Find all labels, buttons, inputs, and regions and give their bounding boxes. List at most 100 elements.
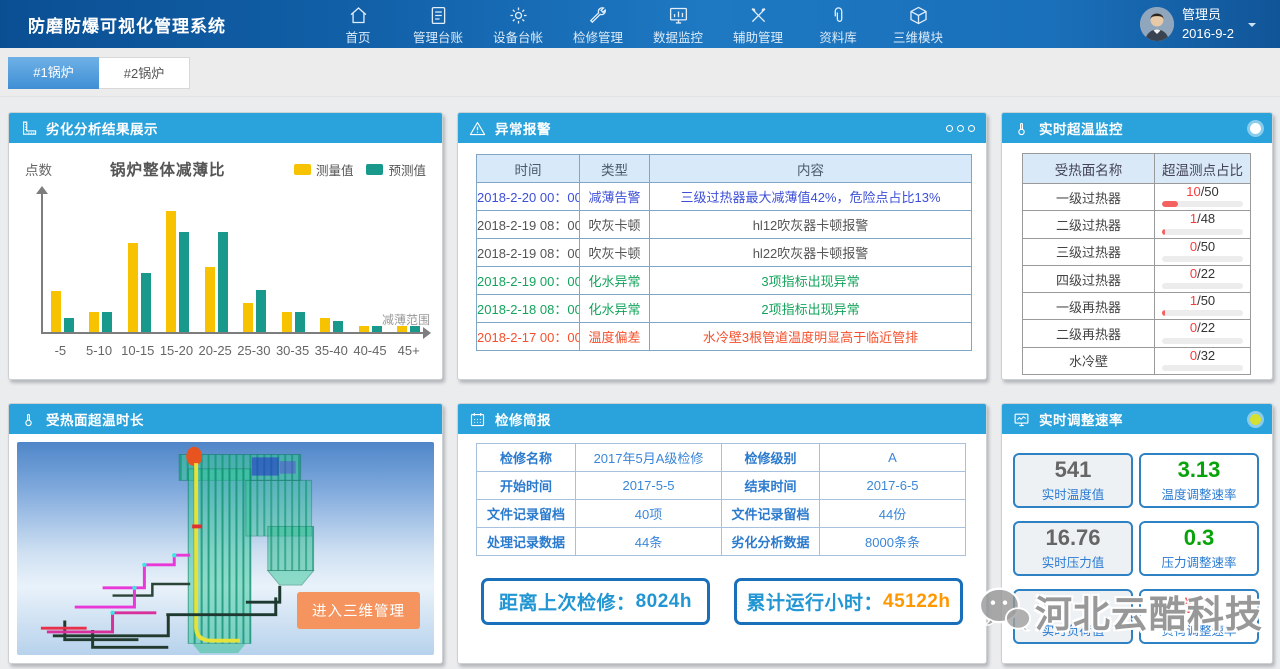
cube-icon	[908, 5, 929, 26]
chart-ylabel: 点数	[25, 159, 52, 179]
overtemp-bar-track	[1162, 256, 1243, 262]
repair-label: 检修名称	[477, 444, 576, 472]
bar-测量值	[51, 291, 61, 332]
calendar-icon	[469, 411, 486, 428]
bar-测量值	[320, 318, 330, 332]
panel-repair: 检修简报 检修名称2017年5月A级检修检修级别A开始时间2017-5-5结束时…	[457, 403, 987, 664]
repair-table: 检修名称2017年5月A级检修检修级别A开始时间2017-5-5结束时间2017…	[476, 443, 966, 556]
x-tick: -5	[41, 343, 80, 358]
overtemp-bar-track	[1162, 365, 1243, 371]
overtemp-table: 受热面名称超温测点占比 一级过热器10/50二级过热器1/48三级过热器0/50…	[1022, 153, 1251, 375]
overtemp-col-header: 受热面名称	[1023, 154, 1155, 184]
repair-table-body: 检修名称2017年5月A级检修检修级别A开始时间2017-5-5结束时间2017…	[477, 444, 966, 556]
panel-analysis-header: 劣化分析结果展示	[9, 113, 442, 143]
alarm-content: hl12吹灰器卡顿报警	[650, 211, 972, 239]
repair-label: 结束时间	[722, 472, 820, 500]
user-menu[interactable]: 管理员 2016-9-2	[1140, 5, 1280, 44]
overtemp-table-head: 受热面名称超温测点占比	[1023, 154, 1251, 184]
dashboard-grid: 劣化分析结果展示 点数 锅炉整体减薄比 测量值 预测值 -55-1010-151…	[8, 112, 1273, 664]
overtemp-fraction: 0/50	[1155, 239, 1250, 254]
stat-label: 负荷调整速率	[1161, 620, 1236, 639]
since-last-repair-button[interactable]: 距离上次检修：8024h	[481, 578, 710, 625]
panel-title: 异常报警	[495, 118, 551, 138]
bar-group--5	[43, 291, 82, 332]
nav-item-4[interactable]: 检修管理	[558, 2, 638, 46]
nav-item-7[interactable]: 资料库	[798, 2, 878, 46]
user-date: 2016-9-2	[1182, 24, 1234, 44]
stat-value: 16.76	[1045, 526, 1100, 549]
nav-item-3[interactable]: 设备台帐	[478, 2, 558, 46]
repair-label: 处理记录数据	[477, 528, 576, 556]
tab-boiler-2[interactable]: #2锅炉	[99, 57, 190, 89]
bar-测量值	[282, 312, 292, 332]
alarm-type: 温度偏差	[580, 323, 650, 351]
chart-xlabel: 减薄范围	[382, 311, 430, 328]
x-tick: 40-45	[351, 343, 390, 358]
nav-item-label: 三维模块	[893, 27, 943, 46]
overtemp-fraction: 0/22	[1155, 266, 1250, 281]
overtemp-ratio-cell: 0/22	[1155, 265, 1251, 292]
alarm-time: 2018-2-20 00：00	[477, 183, 580, 211]
x-tick: 30-35	[273, 343, 312, 358]
alarm-content: hl22吹灰器卡顿报警	[650, 239, 972, 267]
status-indicator	[1250, 414, 1261, 425]
overtemp-row: 四级过热器0/22	[1023, 265, 1251, 292]
alarm-table-head: 时间类型内容	[477, 155, 972, 183]
panel-alarm: 异常报警 时间类型内容 2018-2-20 00：00减薄告警三级过热器最大减薄…	[457, 112, 987, 380]
tools-icon	[748, 5, 769, 26]
alarm-type: 吹灰卡顿	[580, 239, 650, 267]
total-run-hours-button[interactable]: 累计运行小时：45122h	[734, 578, 963, 625]
alarm-col-header: 类型	[580, 155, 650, 183]
overtemp-fraction: 0/22	[1155, 320, 1250, 335]
repair-value: 2017-6-5	[820, 472, 966, 500]
alarm-row: 2018-2-19 00：00化水异常3项指标出现异常	[477, 267, 972, 295]
repair-row: 开始时间2017-5-5结束时间2017-6-5	[477, 472, 966, 500]
nav-item-label: 检修管理	[573, 27, 623, 46]
overtemp-row: 一级过热器10/50	[1023, 184, 1251, 211]
stat-label: 实时压力值	[1042, 552, 1105, 571]
x-tick: 10-15	[118, 343, 157, 358]
total-run-hours-label: 累计运行小时：	[747, 588, 884, 615]
nav-item-6[interactable]: 辅助管理	[718, 2, 798, 46]
overtemp-fraction: 1/48	[1155, 211, 1250, 226]
repair-value: 44条	[576, 528, 722, 556]
overtemp-row: 二级再热器0/22	[1023, 320, 1251, 347]
status-indicator	[1250, 123, 1261, 134]
wrench-icon	[588, 5, 609, 26]
repair-value: 2017年5月A级检修	[576, 444, 722, 472]
more-options-icon[interactable]	[946, 125, 975, 132]
panel-analysis: 劣化分析结果展示 点数 锅炉整体减薄比 测量值 预测值 -55-1010-151…	[8, 112, 443, 380]
chevron-down-icon[interactable]	[1248, 23, 1256, 31]
tab-boiler-1[interactable]: #1锅炉	[8, 57, 99, 89]
avatar[interactable]	[1140, 7, 1174, 41]
stat-box-5: 实时负荷值	[1013, 589, 1133, 644]
panel-title: 实时调整速率	[1039, 409, 1123, 429]
alarm-time: 2018-2-19 00：00	[477, 267, 580, 295]
home-icon	[348, 5, 369, 26]
repair-value: A	[820, 444, 966, 472]
alarm-row: 2018-2-18 08：00化水异常2项指标出现异常	[477, 295, 972, 323]
stat-label: 实时负荷值	[1042, 620, 1105, 639]
bar-测量值	[128, 243, 138, 332]
repair-buttons-row: 距离上次检修：8024h 累计运行小时：45122h	[481, 578, 963, 625]
nav-item-1[interactable]: 首页	[318, 2, 398, 46]
repair-label: 文件记录留档	[477, 500, 576, 528]
monitor-wave-icon	[1013, 411, 1030, 428]
enter-3d-button[interactable]: 进入三维管理	[297, 592, 420, 629]
nav-item-8[interactable]: 三维模块	[878, 2, 958, 46]
top-bar: 防磨防爆可视化管理系统 首页管理台账设备台帐检修管理数据监控辅助管理资料库三维模…	[0, 0, 1280, 48]
alarm-table-body: 2018-2-20 00：00减薄告警三级过热器最大减薄值42%，危险点占比13…	[477, 183, 972, 351]
stat-label: 实时温度值	[1042, 484, 1105, 503]
bar-chart-ticks: -55-1010-1515-2020-2525-3030-3535-4040-4…	[41, 343, 428, 358]
alarm-type: 化水异常	[580, 267, 650, 295]
overtemp-bar-track	[1162, 229, 1243, 235]
ledger-icon	[428, 5, 449, 26]
nav-item-label: 辅助管理	[733, 27, 783, 46]
x-tick: 5-10	[80, 343, 119, 358]
stat-box-4: 0.3压力调整速率	[1139, 521, 1259, 576]
alarm-time: 2018-2-17 00：00	[477, 323, 580, 351]
alarm-row: 2018-2-19 08：00吹灰卡顿hl22吹灰器卡顿报警	[477, 239, 972, 267]
nav-item-2[interactable]: 管理台账	[398, 2, 478, 46]
nav-item-5[interactable]: 数据监控	[638, 2, 718, 46]
boiler-3d-viewport: 进入三维管理	[17, 442, 434, 655]
